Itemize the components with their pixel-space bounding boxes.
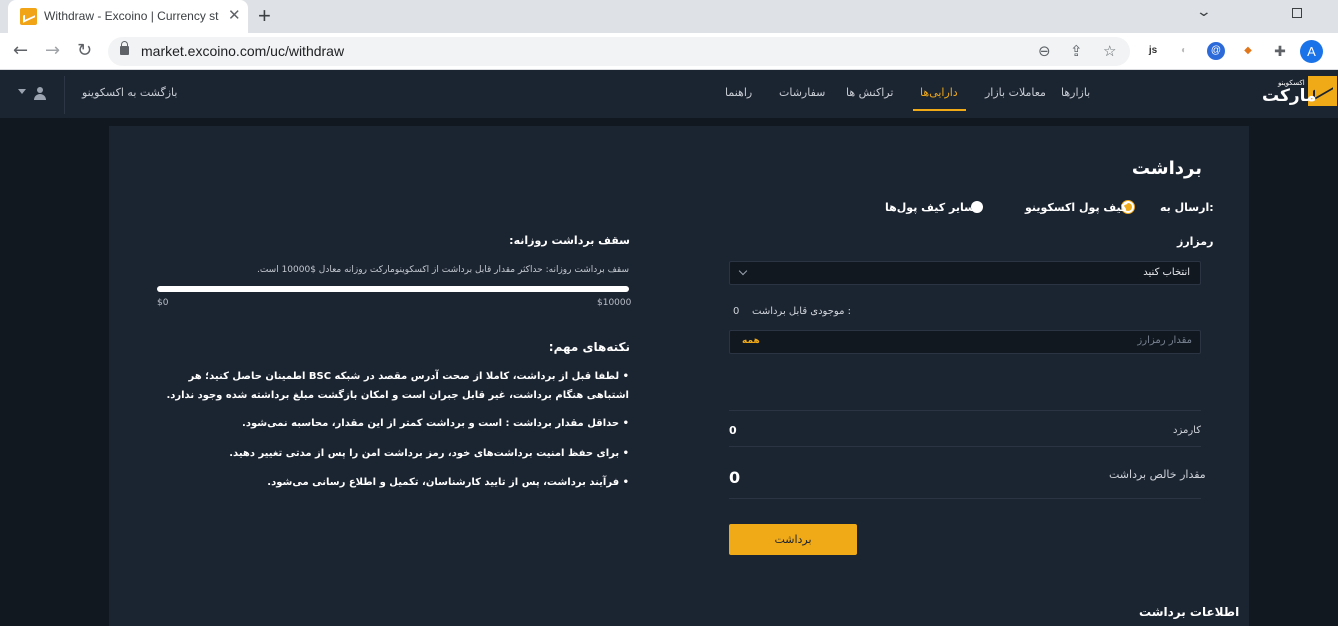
back-to-excoino-link[interactable]: بازگشت به اکسکوینو <box>82 86 177 99</box>
url-text[interactable]: market.excoino.com/uc/withdraw <box>141 43 344 59</box>
reload-icon[interactable]: ↻ <box>77 40 92 61</box>
nav-markets[interactable]: بازارها <box>1061 86 1090 99</box>
note-item: • حداقل مقدار برداشت : است و برداشت کمتر… <box>242 418 629 429</box>
extension-icon[interactable]: ◐ <box>1175 42 1193 60</box>
amount-field[interactable]: همه <box>729 330 1201 354</box>
daily-limit-progress-bar <box>157 286 629 292</box>
profile-avatar[interactable]: A <box>1300 40 1323 63</box>
browser-toolbar: ← → ↻ market.excoino.com/uc/withdraw ⊖ ⇪… <box>0 33 1338 70</box>
net-amount-value: 0 <box>729 468 741 487</box>
available-balance-value: 0 <box>733 306 740 317</box>
divider <box>729 498 1201 499</box>
close-tab-icon[interactable]: ✕ <box>228 6 241 24</box>
all-amount-button[interactable]: همه <box>742 336 760 346</box>
excoino-wallet-option-label[interactable]: کیف پول اکسکوینو <box>1025 201 1127 214</box>
send-to-label: ارسال به: <box>1160 201 1214 214</box>
address-bar[interactable]: market.excoino.com/uc/withdraw ⊖ ⇪ ☆ <box>108 37 1130 66</box>
zoom-icon[interactable]: ⊖ <box>1038 42 1051 60</box>
forward-arrow-icon[interactable]: → <box>45 40 60 61</box>
header-divider <box>64 76 65 114</box>
notes-title: نکته‌های مهم: <box>548 340 630 354</box>
currency-select-value: انتخاب کنید <box>1143 267 1190 278</box>
note-item: • برای حفظ امنیت برداشت‌های خود، رمز برد… <box>229 448 629 459</box>
browser-tabstrip: Withdraw - Excoino | Currency st ✕ + ⌄ <box>0 0 1338 33</box>
nav-assets[interactable]: دارایی‌ها <box>920 86 958 99</box>
withdraw-info-title: اطلاعات برداشت <box>1139 605 1240 619</box>
available-balance-label: موجودی قابل برداشت : <box>752 306 851 317</box>
amount-input[interactable] <box>812 335 1192 346</box>
withdraw-button[interactable]: برداشت <box>729 524 857 555</box>
divider <box>729 446 1201 447</box>
excoino-favicon-icon <box>20 8 37 25</box>
currency-label: رمزارز <box>1177 235 1214 248</box>
currency-select[interactable]: انتخاب کنید <box>729 261 1201 285</box>
extensions-puzzle-icon[interactable]: ✚ <box>1271 42 1289 60</box>
nav-market-trades[interactable]: معاملات بازار <box>985 86 1046 99</box>
progress-min-label: $0 <box>157 298 169 308</box>
active-nav-underline <box>913 109 966 111</box>
js-extension-icon[interactable]: js <box>1144 42 1162 60</box>
window-restore-icon[interactable] <box>1292 8 1302 18</box>
caret-down-icon[interactable] <box>18 89 26 94</box>
nav-help[interactable]: راهنما <box>725 86 752 99</box>
fee-value: 0 <box>729 424 737 437</box>
progress-max-label: $10000 <box>597 298 632 308</box>
daily-limit-description: سقف برداشت روزانه: حداکثر مقدار قابل برد… <box>256 265 629 275</box>
lock-icon[interactable] <box>120 41 129 55</box>
bookmark-star-icon[interactable]: ☆ <box>1103 42 1116 60</box>
share-icon[interactable]: ⇪ <box>1070 42 1083 60</box>
divider <box>729 410 1201 411</box>
nav-orders[interactable]: سفارشات <box>779 86 825 99</box>
note-item: • لطفا قبل از برداشت، کاملا از صحت آدرس … <box>166 371 629 401</box>
tab-search-chevron-icon[interactable]: ⌄ <box>1196 4 1212 20</box>
note-item: • فرآیند برداشت، پس از تایید کارشناسان، … <box>267 477 629 488</box>
app-header: اکسکوینو مارکت بازارها معاملات بازار دار… <box>0 70 1338 118</box>
metamask-fox-icon[interactable]: ◆ <box>1239 42 1257 60</box>
fee-label: کارمزد <box>1173 425 1201 436</box>
daily-limit-title: سقف برداشت روزانه: <box>509 234 630 247</box>
user-icon[interactable] <box>34 87 46 100</box>
back-arrow-icon[interactable]: ← <box>13 40 28 61</box>
extension-blue-icon[interactable]: @ <box>1207 42 1225 60</box>
logo-text[interactable]: مارکت <box>1262 86 1317 106</box>
other-wallets-option-label[interactable]: سایر کیف پول‌ها <box>885 201 975 214</box>
chevron-down-icon <box>738 266 748 276</box>
browser-tab[interactable]: Withdraw - Excoino | Currency st ✕ <box>8 0 248 33</box>
net-amount-label: مقدار خالص برداشت <box>1109 468 1206 481</box>
new-tab-icon[interactable]: + <box>258 3 271 29</box>
page-title: برداشت <box>1131 158 1202 179</box>
nav-transactions[interactable]: تراکنش ها <box>846 86 893 99</box>
tab-title: Withdraw - Excoino | Currency st <box>44 9 219 23</box>
